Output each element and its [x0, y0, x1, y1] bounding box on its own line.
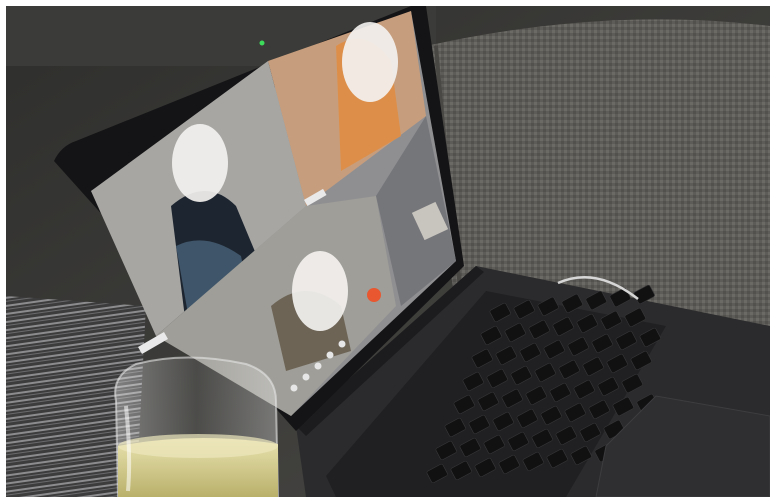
- blurred-face: [342, 22, 398, 102]
- control-icon: [314, 362, 322, 370]
- blurred-face: [172, 124, 228, 202]
- control-icon: [302, 373, 310, 381]
- photo-scene: [6, 6, 770, 497]
- end-call-icon: [367, 288, 381, 302]
- blurred-face: [292, 251, 348, 331]
- webcam-light: [259, 40, 265, 46]
- control-icon: [326, 351, 334, 359]
- control-icon: [338, 340, 346, 348]
- wine-glass: [114, 356, 280, 497]
- control-icon: [290, 384, 298, 392]
